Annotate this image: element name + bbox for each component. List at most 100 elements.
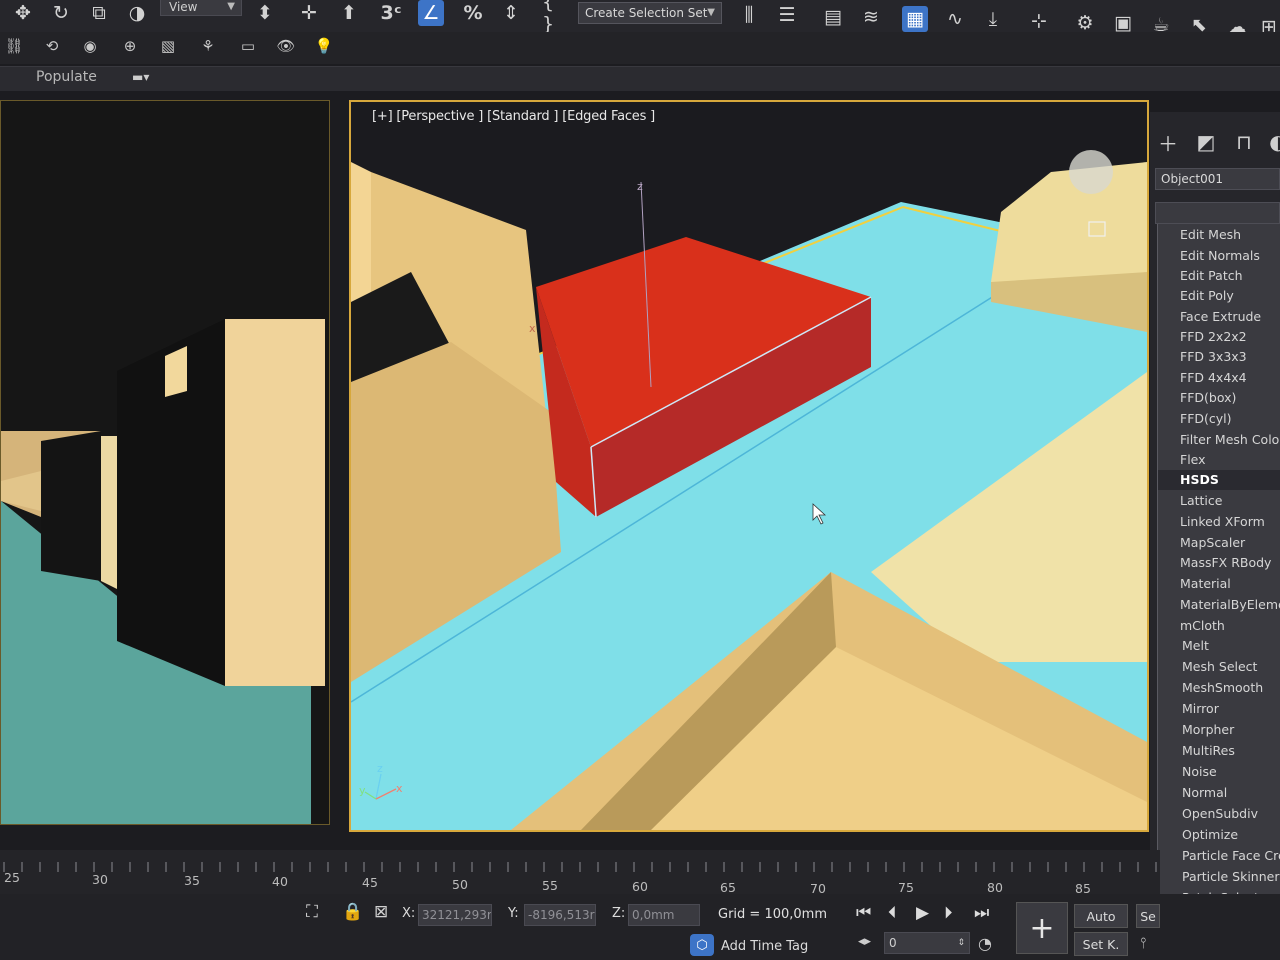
isolate-selection-icon[interactable]: ⛶ (306, 902, 318, 922)
modifier-item[interactable]: Edit Mesh (1158, 225, 1280, 245)
modifier-item[interactable]: Edit Normals (1158, 246, 1280, 266)
modifier-item[interactable]: OpenSubdiv (1158, 804, 1280, 824)
modifier-item[interactable]: MapScaler (1158, 533, 1280, 553)
set-key-button[interactable]: Set K. (1074, 932, 1128, 956)
object-name-field[interactable]: Object001 (1155, 168, 1280, 190)
spinner-icon[interactable]: ⇕ (957, 933, 965, 953)
go-to-end-icon[interactable]: ⏭ (974, 903, 989, 923)
modifier-item[interactable]: Particle Face Creator (1158, 846, 1280, 866)
named-selection-icon[interactable]: { } (542, 0, 568, 35)
modifier-item[interactable]: FFD(box) (1158, 388, 1280, 408)
modifier-item[interactable]: Edit Patch (1158, 266, 1280, 286)
toggle-ribbon-icon[interactable]: ▦ (902, 6, 928, 32)
modifier-item[interactable]: Optimize (1158, 825, 1280, 845)
modifier-item[interactable]: MassFX RBody (1158, 553, 1280, 573)
hierarchy-tab-icon[interactable]: ⊓ (1230, 128, 1258, 156)
select-scale-icon[interactable]: ⧉ (86, 0, 112, 26)
modifier-item[interactable]: FFD 3x3x3 (1158, 347, 1280, 367)
spinner-snap-icon[interactable]: ⇕ (498, 0, 524, 26)
modifier-item[interactable]: mCloth (1158, 616, 1280, 636)
populate-tab[interactable]: Populate (36, 69, 97, 85)
modifier-item[interactable]: FFD(cyl) (1158, 409, 1280, 429)
viewport-label[interactable]: [+] [Perspective ] [Standard ] [Edged Fa… (372, 109, 655, 124)
bind-space-warp-icon[interactable]: ◉ (78, 34, 102, 58)
angle-snap-icon[interactable]: ∠ (418, 0, 444, 26)
next-frame-icon[interactable]: ⏵ (944, 903, 953, 923)
timeline-tick-label: 65 (720, 880, 736, 895)
ribbon-toggle-icon[interactable]: ▬▾ (132, 70, 149, 84)
go-to-start-icon[interactable]: ⏮ (856, 903, 871, 923)
align-icon[interactable]: ☰ (774, 2, 800, 28)
modifier-item[interactable]: Linked XForm (1158, 512, 1280, 532)
select-move-icon[interactable]: ✥ (10, 0, 36, 26)
modifier-item[interactable]: Morpher (1158, 720, 1280, 740)
modifier-item[interactable]: Filter Mesh Colors (1158, 430, 1280, 450)
modifier-item[interactable]: Mirror (1158, 699, 1280, 719)
time-slider-track[interactable] (0, 850, 1160, 894)
modifier-item[interactable]: Mesh Select (1158, 657, 1280, 677)
select-manipulate-icon[interactable]: ✛ (296, 0, 322, 26)
selected-dropdown[interactable]: Se (1136, 904, 1160, 928)
modifier-item[interactable]: Melt (1158, 636, 1280, 656)
modifier-item[interactable]: Flex (1158, 450, 1280, 470)
unlink-icon[interactable]: ⟲ (40, 34, 64, 58)
modifier-item[interactable]: Normal (1158, 783, 1280, 803)
select-rotate-icon[interactable]: ↻ (48, 0, 74, 26)
modifier-item[interactable]: MeshSmooth (1158, 678, 1280, 698)
modifier-item[interactable]: Noise (1158, 762, 1280, 782)
previous-frame-icon[interactable]: ⏴ (888, 903, 897, 923)
pivot-center-icon[interactable]: ⬍ (252, 0, 278, 26)
schematic-view-icon[interactable]: ⤓ (980, 6, 1006, 32)
scene-explorer-icon[interactable]: ▤ (820, 4, 846, 30)
create-tab-plus-icon[interactable]: ＋ (1154, 128, 1182, 156)
render-icon[interactable]: ⚘ (196, 34, 220, 58)
time-configuration-icon[interactable]: ◔ (978, 934, 992, 953)
set-keys-icon[interactable]: + (1016, 902, 1068, 954)
modifier-item[interactable]: Face Extrude (1158, 307, 1280, 327)
modify-tab-icon[interactable]: ◩ (1192, 128, 1220, 156)
light-bulb-icon[interactable]: 💡 (312, 34, 336, 58)
z-coord-field[interactable]: 0,0mm (628, 904, 700, 926)
auto-key-button[interactable]: Auto (1074, 904, 1128, 928)
material-editor-icon[interactable]: ⊹ (1026, 8, 1052, 34)
mirror-icon[interactable]: ⫼ (736, 2, 762, 28)
key-mode-toggle-icon[interactable]: ◂▸ (858, 934, 871, 949)
eye-icon[interactable]: 👁 (274, 34, 298, 58)
x-coord-field[interactable]: 32121,293r (418, 904, 492, 926)
key-filters-icon[interactable]: ⫯ (1140, 934, 1147, 952)
viewcube-icon[interactable] (1069, 150, 1113, 194)
modifier-item[interactable]: MultiRes (1158, 741, 1280, 761)
reference-coordinate-dropdown[interactable]: View ▼ (160, 0, 242, 16)
time-tag-icon[interactable]: ⬡ (690, 934, 714, 956)
curve-editor-icon[interactable]: ∿ (942, 6, 968, 32)
selection-lock-icon[interactable]: 🔒 (342, 902, 363, 922)
keyboard-shortcut-icon[interactable]: ⬆ (336, 0, 362, 26)
percent-snap-icon[interactable]: % (460, 0, 486, 26)
modifier-item[interactable]: Lattice (1158, 491, 1280, 511)
layer-explorer-icon[interactable]: ≋ (858, 4, 884, 30)
modifier-item[interactable]: FFD 2x2x2 (1158, 327, 1280, 347)
absolute-mode-icon[interactable]: ⊠ (374, 902, 388, 922)
snap-3d-icon[interactable]: 3ᶜ (378, 0, 404, 26)
perspective-viewport[interactable]: z x z x y (349, 100, 1149, 832)
modifier-item[interactable]: HSDS (1158, 470, 1280, 490)
add-time-tag-button[interactable]: Add Time Tag (721, 939, 808, 954)
modifier-list-dropdown[interactable] (1155, 202, 1280, 224)
modifier-item[interactable]: FFD 4x4x4 (1158, 368, 1280, 388)
placement-icon[interactable]: ◑ (124, 0, 150, 26)
viewport-layout-icon[interactable]: ▧ (156, 34, 180, 58)
snap-toggle-icon[interactable]: ⊕ (118, 34, 142, 58)
y-coord-field[interactable]: -8196,513r (524, 904, 596, 926)
modifier-item[interactable]: Particle Skinner (1158, 867, 1280, 887)
create-selection-set-dropdown[interactable]: Create Selection Set ▼ (578, 2, 722, 24)
frame-icon[interactable]: ▭ (236, 34, 260, 58)
left-viewport[interactable] (0, 100, 330, 825)
modifier-item[interactable]: Material (1158, 574, 1280, 594)
modifier-item[interactable]: MaterialByElement (1158, 595, 1280, 615)
play-icon[interactable]: ▶ (916, 903, 929, 923)
motion-tab-icon[interactable]: ◐ (1264, 128, 1280, 156)
modifier-item[interactable]: Edit Poly (1158, 286, 1280, 306)
grid-size-text: Grid = 100,0mm (718, 907, 827, 922)
current-frame-field[interactable]: 0 ⇕ (884, 932, 970, 954)
link-icon[interactable]: ⛓ (2, 34, 26, 58)
